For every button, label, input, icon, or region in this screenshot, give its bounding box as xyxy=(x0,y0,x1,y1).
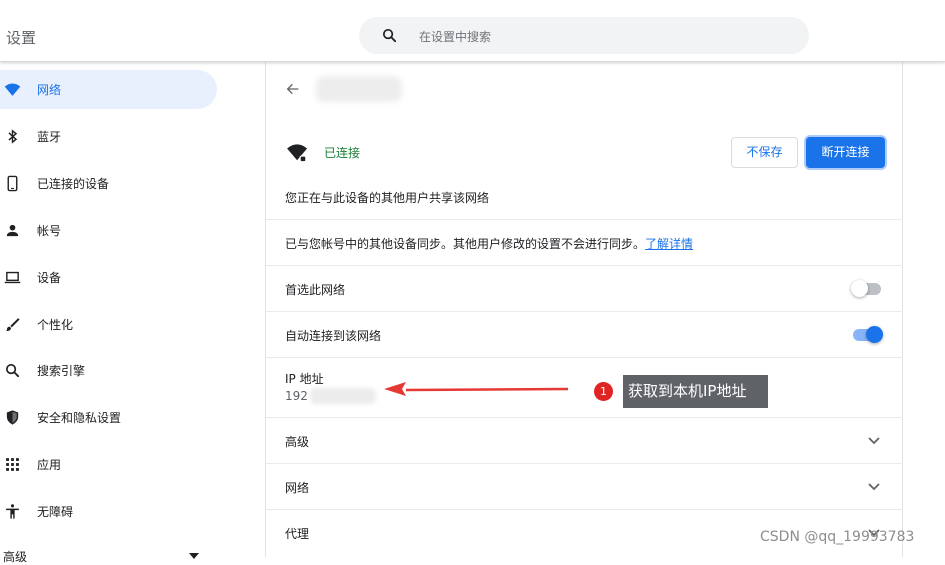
sidebar-item-label: 帐号 xyxy=(37,224,62,238)
apps-grid-icon xyxy=(6,458,19,471)
sidebar: 网络 蓝牙 已连接的设备 帐号 设备 个性化 搜索引擎 安全和隐私设置 应用 无… xyxy=(0,62,265,564)
sync-row: 已与您帐号中的其他设备同步。其他用户修改的设置不会进行同步。了解详情 xyxy=(266,219,903,265)
autoconnect-label: 自动连接到该网络 xyxy=(285,329,382,343)
sidebar-item-search-engine[interactable]: 搜索引擎 xyxy=(0,351,217,390)
prefer-network-toggle[interactable] xyxy=(851,280,883,298)
sidebar-item-device[interactable]: 设备 xyxy=(0,258,217,297)
section-label: 网络 xyxy=(285,481,310,495)
bluetooth-icon xyxy=(8,129,18,144)
brush-icon xyxy=(6,318,20,331)
sidebar-item-label: 应用 xyxy=(37,458,62,472)
sidebar-item-privacy[interactable]: 安全和隐私设置 xyxy=(0,398,217,437)
toggle-knob xyxy=(851,280,868,297)
annotation-arrow xyxy=(384,382,569,396)
forget-button[interactable]: 不保存 xyxy=(731,137,798,168)
sidebar-item-label: 已连接的设备 xyxy=(37,177,110,191)
disconnect-button[interactable]: 断开连接 xyxy=(806,137,885,168)
prefer-network-row[interactable]: 首选此网络 xyxy=(266,265,903,311)
sidebar-item-label: 设备 xyxy=(37,271,62,285)
annotation-number-badge: 1 xyxy=(594,382,613,401)
connection-status: 已连接 xyxy=(324,146,361,160)
back-arrow-icon[interactable] xyxy=(285,81,301,97)
sidebar-item-label: 个性化 xyxy=(37,318,74,332)
ip-address-label: IP 地址 xyxy=(285,372,324,386)
search-icon xyxy=(5,363,20,378)
sidebar-item-network[interactable]: 网络 xyxy=(0,70,217,109)
sidebar-item-account[interactable]: 帐号 xyxy=(0,211,217,250)
prefer-network-label: 首选此网络 xyxy=(285,283,346,297)
annotation-callout: 获取到本机IP地址 xyxy=(623,375,768,408)
phone-icon xyxy=(7,175,18,192)
top-bar: 设置 在设置中搜索 xyxy=(0,0,945,62)
person-icon xyxy=(6,224,19,237)
accessibility-icon xyxy=(6,504,19,519)
chevron-down-icon xyxy=(868,437,880,445)
sharing-row: 您正在与此设备的其他用户共享该网络 xyxy=(266,174,903,219)
sidebar-item-apps[interactable]: 应用 xyxy=(0,445,217,484)
network-details-panel: 已连接 不保存 断开连接 您正在与此设备的其他用户共享该网络 已与您帐号中的其他… xyxy=(265,62,903,557)
chevron-down-icon xyxy=(868,483,880,491)
caret-down-icon xyxy=(189,553,199,559)
section-network[interactable]: 网络 xyxy=(266,463,903,509)
autoconnect-row[interactable]: 自动连接到该网络 xyxy=(266,311,903,357)
sidebar-item-label: 安全和隐私设置 xyxy=(37,411,122,425)
app-title: 设置 xyxy=(6,29,37,47)
sharing-note: 您正在与此设备的其他用户共享该网络 xyxy=(285,191,490,205)
laptop-icon xyxy=(4,271,21,284)
sidebar-item-connected-devices[interactable]: 已连接的设备 xyxy=(0,164,217,203)
learn-more-link[interactable]: 了解详情 xyxy=(645,237,693,251)
sync-note-wrap: 已与您帐号中的其他设备同步。其他用户修改的设置不会进行同步。了解详情 xyxy=(285,235,693,252)
watermark: CSDN @qq_19993783 xyxy=(760,529,915,545)
sidebar-item-bluetooth[interactable]: 蓝牙 xyxy=(0,117,217,156)
search-box[interactable]: 在设置中搜索 xyxy=(359,17,809,54)
search-icon xyxy=(382,28,397,43)
search-input[interactable]: 在设置中搜索 xyxy=(419,28,491,45)
section-label: 高级 xyxy=(285,435,310,449)
sidebar-item-label: 网络 xyxy=(37,83,62,97)
ip-address-value: 192 xyxy=(285,389,308,403)
shield-icon xyxy=(6,410,19,425)
ip-address-row xyxy=(266,357,903,417)
sidebar-item-label: 蓝牙 xyxy=(37,130,62,144)
network-name-redacted xyxy=(316,76,402,102)
autoconnect-toggle[interactable] xyxy=(853,326,883,344)
ip-address-redacted xyxy=(310,388,376,404)
section-label: 代理 xyxy=(285,527,310,541)
toggle-knob xyxy=(866,326,883,343)
sync-note: 已与您帐号中的其他设备同步。其他用户修改的设置不会进行同步。 xyxy=(285,237,646,251)
sidebar-item-label: 无障碍 xyxy=(37,505,74,519)
section-advanced[interactable]: 高级 xyxy=(266,417,903,463)
wifi-icon xyxy=(4,83,21,96)
sidebar-item-label: 搜索引擎 xyxy=(37,364,86,378)
sidebar-item-personalization[interactable]: 个性化 xyxy=(0,305,217,344)
sidebar-item-accessibility[interactable]: 无障碍 xyxy=(0,492,217,531)
wifi-locked-icon xyxy=(287,144,308,162)
